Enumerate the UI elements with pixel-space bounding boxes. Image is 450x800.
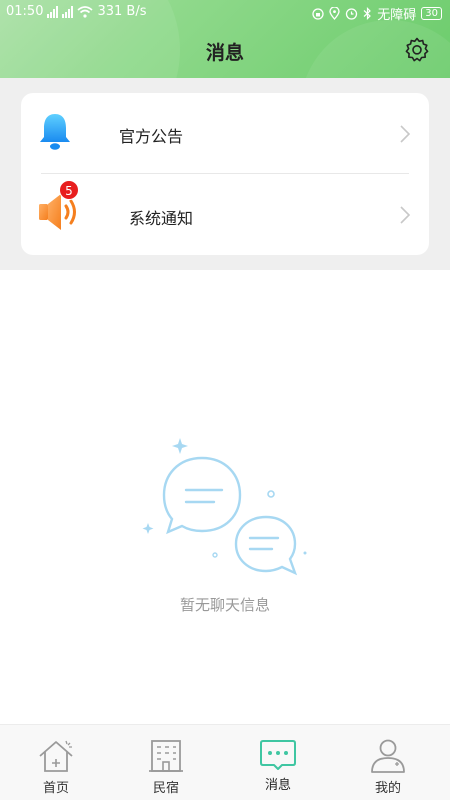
notice-item-label: 官方公告 — [119, 127, 184, 146]
tab-homestay[interactable]: 民宿 — [110, 725, 222, 800]
bluetooth-icon — [363, 7, 372, 20]
home-icon — [39, 740, 73, 772]
tab-label: 我的 — [374, 781, 401, 796]
tab-label: 首页 — [42, 781, 69, 796]
bottom-tab-bar: 首页 民宿 消息 我的 — [0, 724, 450, 800]
header-bar: 01:50 331 B/s 无障碍 30 消息 — [0, 0, 450, 78]
tab-label: 民宿 — [152, 781, 179, 796]
lock-icon — [312, 7, 324, 20]
unread-badge: 5 — [59, 180, 79, 200]
chevron-right-icon — [400, 206, 411, 224]
bell-icon — [40, 114, 70, 150]
message-icon — [260, 740, 296, 770]
page-title: 消息 — [205, 42, 244, 64]
profile-icon — [371, 739, 405, 773]
empty-state-text: 暂无聊天信息 — [179, 596, 270, 614]
wifi-icon — [77, 5, 93, 18]
signal-icon — [62, 5, 74, 18]
empty-chat-illustration — [142, 438, 307, 576]
tab-messages[interactable]: 消息 — [222, 725, 334, 800]
tab-label: 消息 — [264, 778, 291, 793]
tab-profile[interactable]: 我的 — [332, 725, 444, 800]
building-icon — [149, 740, 183, 772]
notice-item-official[interactable]: 官方公告 — [21, 93, 429, 173]
status-time: 01:50 — [6, 4, 44, 19]
alarm-icon — [346, 8, 358, 20]
notice-item-label: 系统通知 — [129, 209, 194, 228]
tab-home[interactable]: 首页 — [0, 725, 112, 800]
gear-icon[interactable] — [404, 37, 430, 63]
notice-item-system[interactable]: 5 系统通知 — [21, 174, 429, 254]
accessibility-text: 无障碍 — [377, 8, 417, 23]
net-speed: 331 B/s — [97, 4, 147, 19]
status-bar: 01:50 331 B/s 无障碍 30 — [0, 0, 450, 24]
signal-icon — [47, 5, 59, 18]
battery-icon: 30 — [421, 7, 442, 20]
location-icon — [329, 7, 340, 20]
chevron-right-icon — [400, 125, 411, 143]
notice-card: 官方公告 5 系统通知 — [21, 93, 429, 255]
